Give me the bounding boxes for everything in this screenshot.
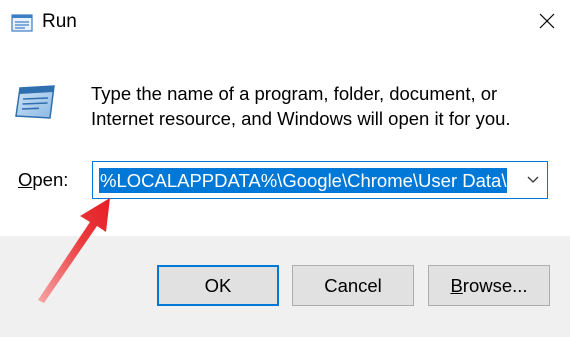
close-icon [539, 13, 555, 34]
open-label: Open: [18, 169, 68, 191]
run-dialog: Run Type the name of a program, folder, … [0, 0, 570, 337]
open-input-value[interactable]: %LOCALAPPDATA%\Google\Chrome\User Data\ [99, 168, 508, 193]
cancel-button[interactable]: Cancel [292, 265, 414, 306]
description-line-1: Type the name of a program, folder, docu… [91, 83, 498, 104]
run-app-icon [11, 12, 33, 34]
ok-button[interactable]: OK [157, 265, 279, 306]
window-title: Run [42, 11, 77, 32]
description-text: Type the name of a program, folder, docu… [91, 81, 541, 131]
title-bar[interactable]: Run [0, 0, 570, 46]
open-label-accelerator: O [18, 169, 33, 190]
browse-label-rest: rowse... [462, 274, 528, 296]
open-label-rest: pen: [32, 169, 69, 190]
chevron-down-icon[interactable] [525, 171, 541, 189]
browse-accelerator: B [450, 274, 463, 296]
close-button[interactable] [524, 0, 570, 46]
browse-button[interactable]: Browse... [428, 265, 550, 306]
open-combobox[interactable]: %LOCALAPPDATA%\Google\Chrome\User Data\ [92, 161, 548, 199]
description-line-2: Internet resource, and Windows will open… [91, 108, 511, 129]
run-program-icon [14, 84, 56, 120]
